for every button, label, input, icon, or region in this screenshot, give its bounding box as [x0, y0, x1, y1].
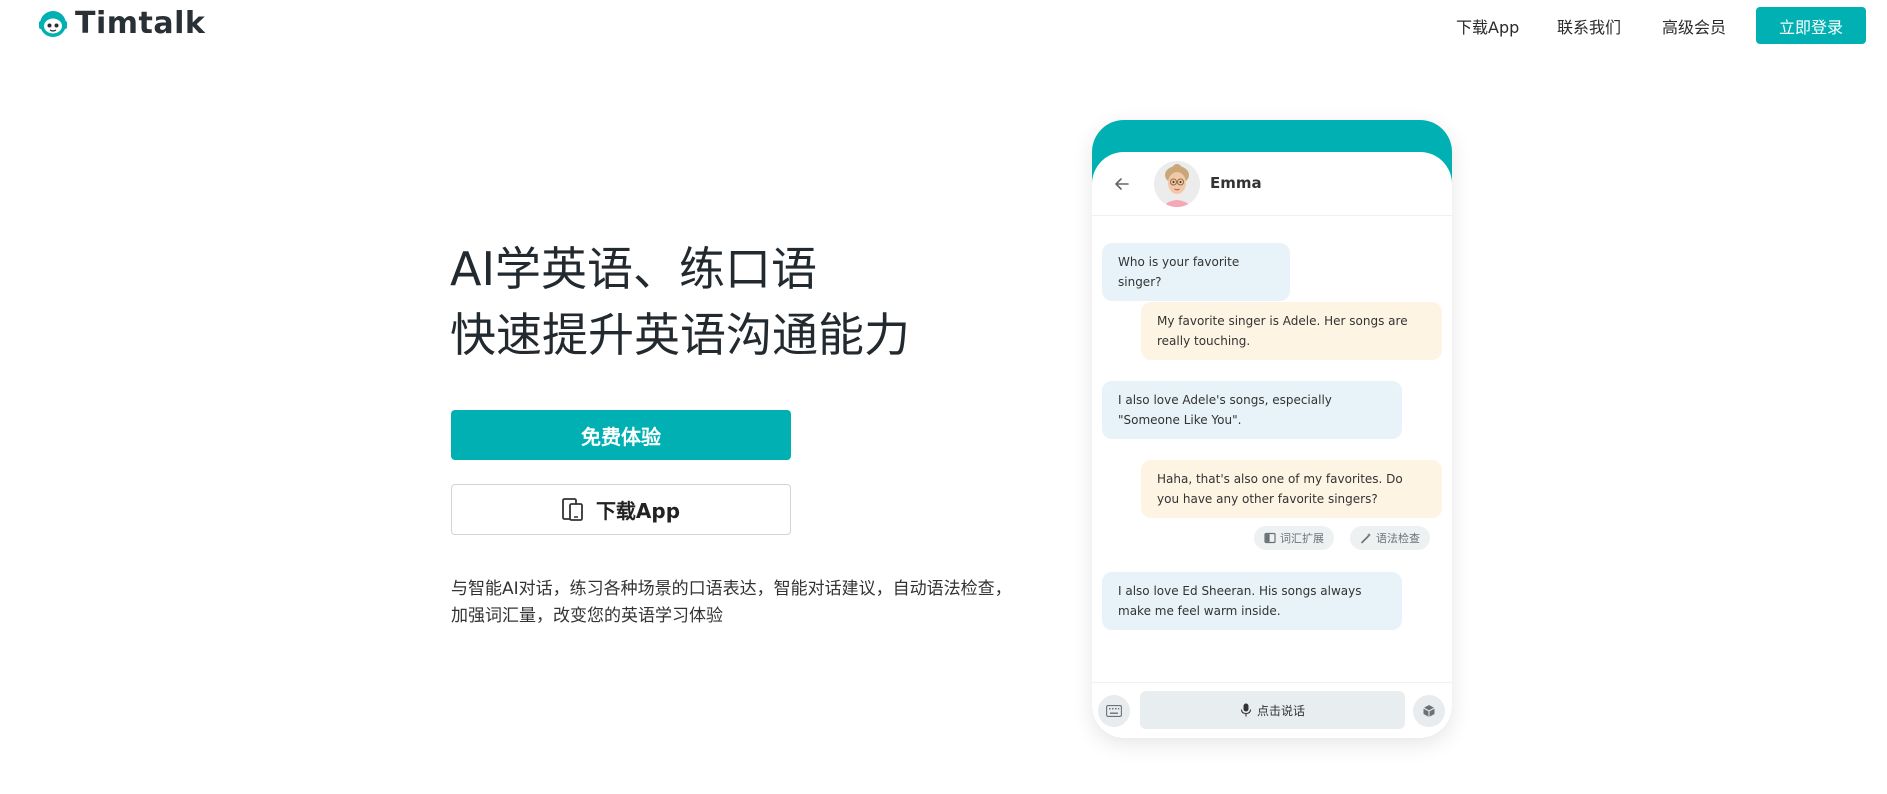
chat-input-bar: 点击说话 [1092, 682, 1452, 738]
phone-mockup: Emma Who is your favorite singer? My fav… [1092, 120, 1452, 738]
hero-title-line-2: 快速提升英语沟通能力 [450, 308, 910, 362]
download-app-label: 下载App [595, 499, 681, 523]
vocab-expand-button[interactable]: 词汇扩展 [1254, 526, 1334, 550]
keyboard-icon [1106, 705, 1122, 717]
ai-message: Who is your favorite singer? [1102, 243, 1290, 301]
nav-download-app[interactable]: 下载App [1456, 14, 1519, 38]
chat-header: Emma [1092, 152, 1452, 216]
hero-description: 与智能AI对话，练习各种场景的口语表达，智能对话建议，自动语法检查，加强词汇量，… [451, 579, 1012, 626]
ai-message: I also love Adele's songs, especially "S… [1102, 381, 1402, 439]
robot-logo-icon [39, 10, 67, 37]
mobile-devices-icon [562, 497, 583, 521]
nav-contact-us[interactable]: 联系我们 [1557, 14, 1621, 38]
avatar-emma-icon [1154, 161, 1200, 207]
back-arrow-icon[interactable] [1112, 174, 1132, 194]
ai-message: I also love Ed Sheeran. His songs always… [1102, 572, 1402, 630]
grammar-check-button[interactable]: 语法检查 [1350, 526, 1430, 550]
nav-premium[interactable]: 高级会员 [1662, 14, 1726, 38]
logo[interactable]: Timtalk [36, 6, 205, 41]
tap-to-speak-label: 点击说话 [1256, 703, 1305, 718]
hero-title-line-1: AI学英语、练口语 [450, 242, 818, 296]
user-message: My favorite singer is Adele. Her songs a… [1141, 302, 1442, 360]
free-trial-button[interactable]: 免费体验 [451, 410, 791, 460]
top-nav-bar: Timtalk 下载App 联系我们 高级会员 立即登录 [0, 0, 1887, 52]
hero-title: AI学英语、练口语 快速提升英语沟通能力 [450, 236, 910, 368]
magic-wand-icon [1361, 533, 1371, 544]
cube-icon [1423, 705, 1435, 717]
vocab-expand-label: 词汇扩展 [1280, 532, 1324, 545]
book-icon [1264, 532, 1276, 544]
contact-name: Emma [1210, 174, 1262, 192]
microphone-icon [1240, 703, 1252, 717]
login-button[interactable]: 立即登录 [1756, 7, 1866, 44]
download-app-button[interactable]: 下载App [451, 484, 791, 535]
grammar-check-label: 语法检查 [1376, 532, 1420, 545]
user-message: Haha, that's also one of my favorites. D… [1141, 460, 1442, 518]
chat-screen: Emma Who is your favorite singer? My fav… [1092, 152, 1452, 738]
tap-to-speak-button[interactable]: 点击说话 [1140, 691, 1405, 729]
keyboard-toggle-button[interactable] [1098, 695, 1130, 727]
brand-name: Timtalk [75, 6, 206, 41]
more-options-button[interactable] [1413, 695, 1445, 727]
avatar [1154, 161, 1200, 207]
